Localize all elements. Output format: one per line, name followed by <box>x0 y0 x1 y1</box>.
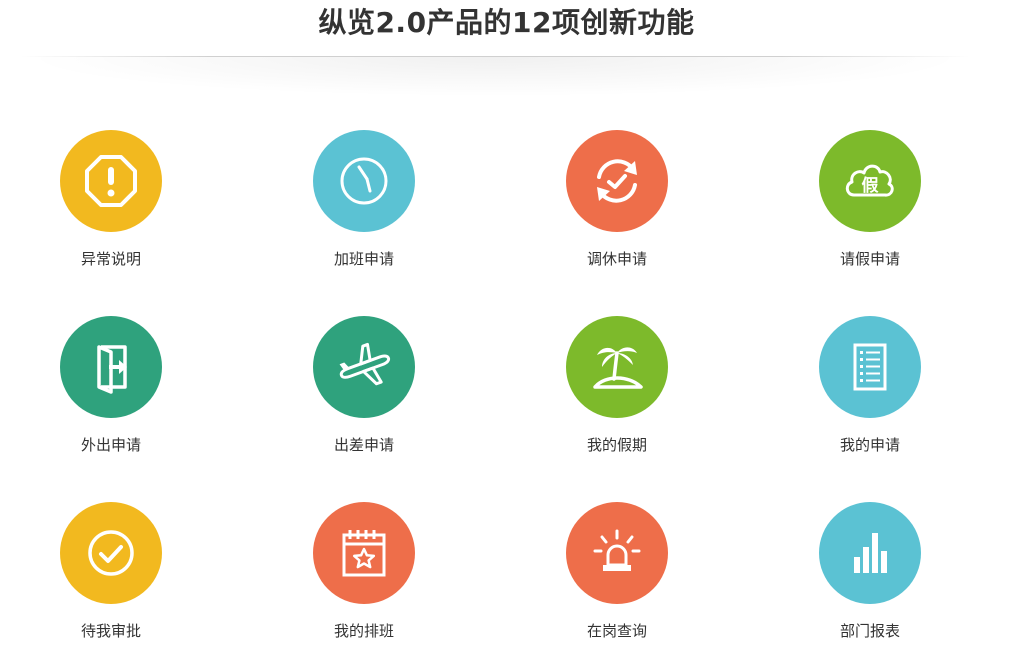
feature-label: 异常说明 <box>80 250 141 268</box>
feature-circle[interactable] <box>60 502 162 604</box>
leave-cloud-icon: 假 <box>845 164 894 197</box>
feature-department-report[interactable]: 部门报表 <box>770 502 970 662</box>
feature-circle[interactable] <box>566 316 668 418</box>
feature-circle[interactable] <box>60 316 162 418</box>
calendar-star-icon <box>342 530 386 577</box>
feature-my-requests[interactable]: 我的申请 <box>770 316 970 476</box>
page-title: 纵览2.0产品的12项创新功能 <box>318 6 695 39</box>
alarm-light-icon <box>593 529 641 571</box>
feature-circle[interactable] <box>566 130 668 232</box>
feature-my-schedule[interactable]: 我的排班 <box>264 502 464 662</box>
feature-on-duty-query[interactable]: 在岗查询 <box>517 502 717 662</box>
feature-circle[interactable] <box>313 130 415 232</box>
exit-door-icon <box>97 345 127 394</box>
feature-outing-request[interactable]: 外出申请 <box>11 316 211 476</box>
feature-label: 在岗查询 <box>586 622 647 640</box>
warning-octagon-icon <box>85 155 137 207</box>
feature-leave-request[interactable]: 假 请假申请 <box>770 130 970 290</box>
feature-circle[interactable] <box>819 316 921 418</box>
feature-business-trip-request[interactable]: 出差申请 <box>264 316 464 476</box>
feature-my-vacation[interactable]: 我的假期 <box>517 316 717 476</box>
feature-label: 调休申请 <box>586 250 647 268</box>
feature-label: 我的排班 <box>333 622 394 640</box>
clock-icon <box>340 157 388 205</box>
check-circle-icon <box>88 530 134 576</box>
feature-exception-explanation[interactable]: 异常说明 <box>11 130 211 290</box>
svg-text:假: 假 <box>862 175 879 196</box>
bar-chart-icon <box>854 533 887 573</box>
feature-label: 出差申请 <box>333 436 394 454</box>
palm-island-icon <box>593 347 643 389</box>
feature-label: 待我审批 <box>80 622 141 640</box>
refresh-check-icon <box>597 159 637 203</box>
feature-label: 请假申请 <box>839 250 900 268</box>
feature-circle[interactable] <box>313 502 415 604</box>
feature-circle[interactable] <box>313 316 415 418</box>
feature-label: 我的申请 <box>839 436 900 454</box>
title-divider-shadow <box>20 57 970 97</box>
feature-circle[interactable] <box>819 502 921 604</box>
feature-label: 加班申请 <box>333 250 394 268</box>
feature-label: 部门报表 <box>839 622 900 640</box>
feature-circle[interactable] <box>566 502 668 604</box>
airplane-icon <box>339 342 391 386</box>
list-document-icon <box>853 343 887 391</box>
feature-pending-approval[interactable]: 待我审批 <box>11 502 211 662</box>
feature-circle[interactable]: 假 <box>819 130 921 232</box>
feature-comp-leave-request[interactable]: 调休申请 <box>517 130 717 290</box>
feature-overtime-request[interactable]: 加班申请 <box>264 130 464 290</box>
feature-label: 我的假期 <box>586 436 647 454</box>
feature-label: 外出申请 <box>80 436 141 454</box>
feature-circle[interactable] <box>60 130 162 232</box>
